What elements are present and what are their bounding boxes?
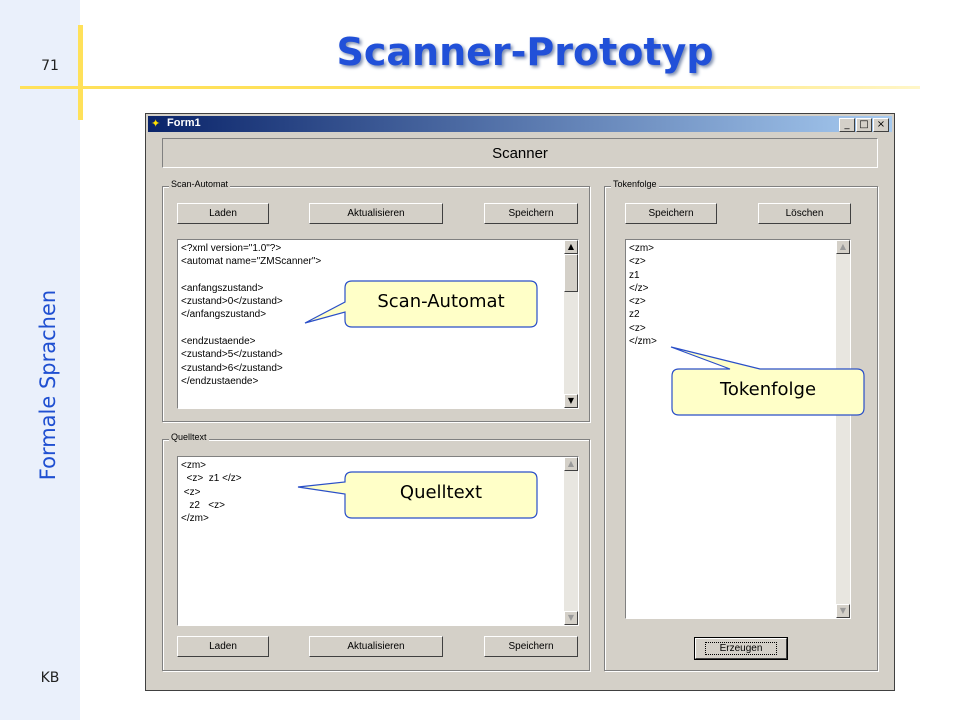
quelltext-update-button[interactable]: Aktualisieren [309, 636, 443, 657]
scroll-down-arrow-icon[interactable]: ▼ [836, 604, 850, 618]
token-line: <zm> [629, 243, 655, 254]
slide-title: Scanner-Prototyp [336, 30, 714, 74]
quelltext-group: Quelltext <zm> <z> z1 </z> <z> z2 <z> </z… [162, 432, 590, 671]
token-line: <z> [629, 322, 646, 334]
scroll-up-arrow-icon[interactable]: ▲ [564, 457, 578, 471]
quelltext-line: </zm> [181, 513, 209, 525]
token-line: <z> [629, 256, 646, 268]
author-initials: KB [40, 670, 60, 686]
scan-automat-line: </anfangszustand> [181, 309, 267, 321]
generate-button-label: Erzeugen [704, 642, 778, 655]
tokenfolge-group-label: Tokenfolge [611, 179, 659, 189]
scan-automat-line: <anfangszustand> [181, 282, 264, 294]
scan-automat-line: <?xml version="1.0"?> [181, 243, 282, 254]
quelltext-load-button[interactable]: Laden [177, 636, 269, 657]
quelltext-line: <zm> [181, 460, 207, 471]
quelltext-text: <zm> <z> z1 </z> <z> z2 <z> </zm> [181, 459, 242, 525]
token-line: </zm> [629, 336, 657, 348]
token-line: </z> [629, 282, 649, 294]
callout-quelltext: Quelltext [399, 482, 483, 503]
scan-automat-line: <zustand>5</zustand> [181, 349, 283, 361]
generate-button[interactable]: Erzeugen [694, 637, 788, 660]
token-line: <z> [629, 296, 646, 308]
tokenfolge-scrollbar[interactable]: ▲ ▼ [836, 240, 850, 618]
scan-automat-text: <?xml version="1.0"?> <automat name="ZMSc… [181, 242, 321, 388]
callout-tokenfolge: Tokenfolge [719, 379, 817, 400]
scan-automat-save-button[interactable]: Speichern [484, 203, 578, 224]
title-underline [20, 86, 920, 89]
scan-automat-line: <endzustaende> [181, 336, 256, 348]
scanner-header: Scanner [162, 138, 878, 168]
token-line: z2 [629, 309, 640, 321]
scan-automat-line: <automat name="ZMScanner"> [181, 256, 322, 268]
quelltext-line: z2 <z> [181, 499, 225, 511]
scan-automat-line [181, 269, 321, 282]
quelltext-line: <z> [181, 486, 201, 498]
quelltext-scrollbar[interactable]: ▲ ▼ [564, 457, 578, 625]
quelltext-group-label: Quelltext [169, 432, 209, 442]
side-title: Formale Sprachen [36, 289, 60, 481]
tokenfolge-group: Tokenfolge Speichern Löschen <zm> <z> z1 </… [604, 179, 878, 671]
scan-automat-load-button[interactable]: Laden [177, 203, 269, 224]
tokenfolge-text: <zm> <z> z1 </z> <z> z2 <z> </zm> [629, 242, 657, 348]
scan-automat-textarea[interactable]: <?xml version="1.0"?> <automat name="ZMSc… [177, 239, 579, 409]
scan-automat-line: </endzustaende> [181, 375, 259, 387]
scroll-up-arrow-icon[interactable]: ▲ [836, 240, 850, 254]
scroll-down-arrow-icon[interactable]: ▼ [564, 394, 578, 408]
quelltext-save-button[interactable]: Speichern [484, 636, 578, 657]
maximize-button[interactable]: □ [856, 118, 872, 132]
tokenfolge-save-button[interactable]: Speichern [625, 203, 717, 224]
app-window: ✦ Form1 _ □ × Scanner Scan-Automat Laden… [145, 113, 895, 691]
scroll-thumb[interactable] [564, 254, 578, 292]
close-button[interactable]: × [873, 118, 889, 132]
quelltext-line: <z> z1 </z> [181, 473, 242, 485]
tokenfolge-textarea[interactable]: <zm> <z> z1 </z> <z> z2 <z> </zm> ▲ ▼ [625, 239, 851, 619]
token-line: z1 [629, 269, 640, 281]
scan-automat-group-label: Scan-Automat [169, 179, 231, 189]
callout-scan-automat: Scan-Automat [377, 291, 505, 312]
app-icon: ✦ [151, 117, 161, 130]
window-titlebar[interactable]: ✦ Form1 _ □ × [148, 116, 892, 132]
scan-automat-line [181, 322, 321, 335]
minimize-button[interactable]: _ [839, 118, 855, 132]
window-title: Form1 [167, 117, 201, 129]
scroll-down-arrow-icon[interactable]: ▼ [564, 611, 578, 625]
window-controls: _ □ × [839, 118, 889, 132]
tokenfolge-delete-button[interactable]: Löschen [758, 203, 851, 224]
scan-automat-line: <zustand>0</zustand> [181, 296, 283, 308]
scroll-up-arrow-icon[interactable]: ▲ [564, 240, 578, 254]
scan-automat-update-button[interactable]: Aktualisieren [309, 203, 443, 224]
scan-automat-line: <zustand>6</zustand> [181, 362, 283, 374]
scan-automat-scrollbar[interactable]: ▲ ▼ [564, 240, 578, 408]
